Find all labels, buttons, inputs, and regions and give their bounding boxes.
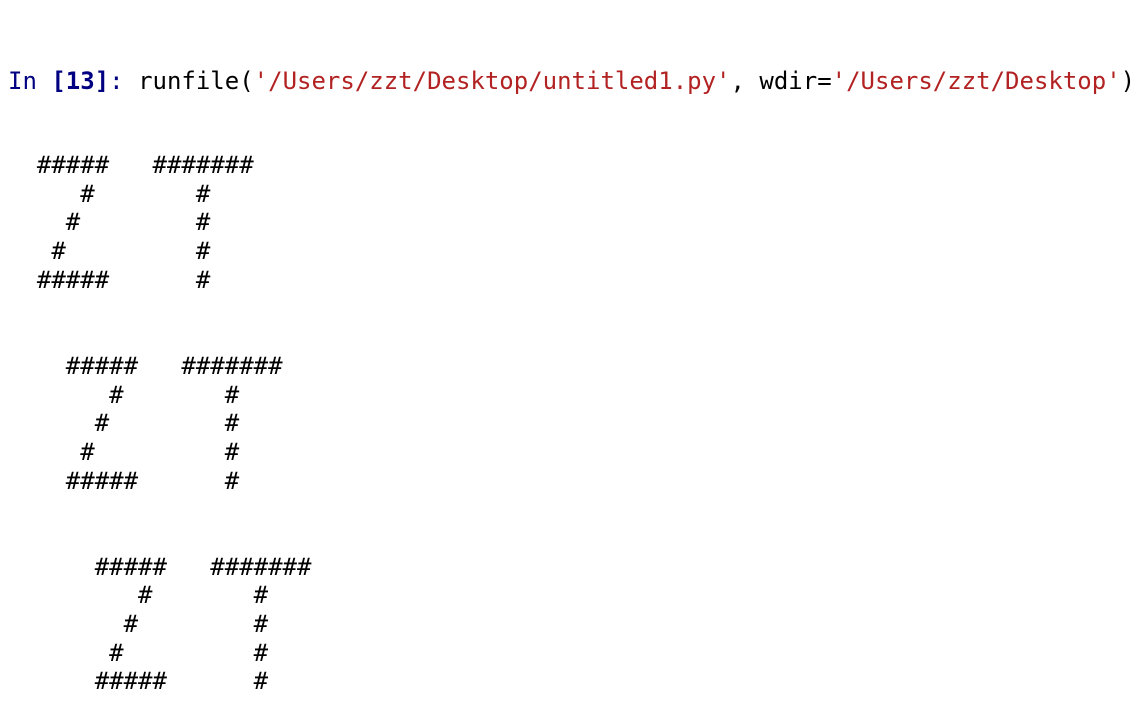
prompt-suffix: : [109,67,139,95]
command-open-paren: ( [239,67,254,95]
output-line: # # [8,208,211,237]
output-line: # # [8,581,269,610]
command-function: runfile [138,67,240,95]
command-wdir-argument: '/Users/zzt/Desktop' [831,67,1121,95]
ipython-console[interactable]: In [13]: runfile('/Users/zzt/Desktop/unt… [8,11,1144,724]
command-path-argument: '/Users/zzt/Desktop/untitled1.py' [253,67,731,95]
output-line: # # [8,179,211,208]
output-line: # # [8,409,240,438]
command-equals: = [817,67,832,95]
output-line: # # [8,237,211,266]
console-output: ##### ####### # # # # # # ##### # ##### … [8,151,1144,696]
prompt-label: In [8,67,52,95]
output-line: # # [8,638,269,667]
output-line: # # [8,610,269,638]
output-line: ##### # [8,667,269,696]
output-line: # # [8,380,240,409]
output-line: ##### # [8,466,240,495]
command-separator: , [730,67,760,95]
output-line: # # [8,437,240,466]
output-line: ##### ####### [8,151,254,179]
output-line: ##### # [8,265,211,294]
prompt-number: [13] [51,67,110,95]
output-line: ##### ####### [8,552,312,581]
input-prompt-line: In [13]: runfile('/Users/zzt/Desktop/unt… [8,67,1144,95]
command-close-paren: ) [1120,67,1136,95]
output-line: ##### ####### [8,351,283,380]
command-kwarg-name: wdir [759,67,818,95]
